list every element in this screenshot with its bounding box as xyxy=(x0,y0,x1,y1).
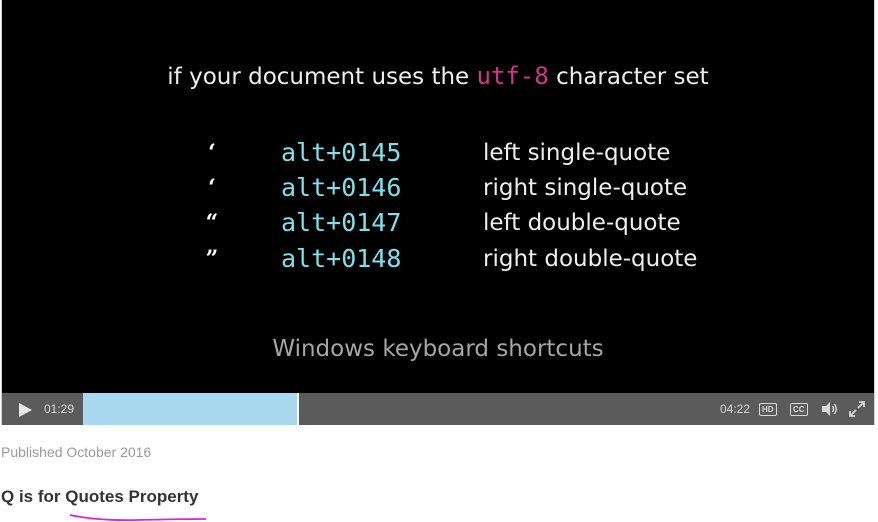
quote-glyph: “ xyxy=(205,210,219,236)
shortcut-code: alt+0147 xyxy=(281,208,402,237)
progress-fill xyxy=(83,393,297,425)
volume-icon[interactable] xyxy=(821,401,839,417)
progress-handle[interactable] xyxy=(296,393,299,425)
shortcut-row: “ alt+0147 left double-quote xyxy=(2,206,874,240)
quote-glyph: ” xyxy=(205,246,219,272)
play-icon[interactable] xyxy=(17,402,33,418)
shortcut-description: right single-quote xyxy=(483,175,688,201)
hd-button[interactable]: HD xyxy=(759,403,777,416)
fullscreen-icon[interactable] xyxy=(849,401,867,417)
quote-glyph: ‘ xyxy=(208,175,216,201)
shortcut-code: alt+0146 xyxy=(281,173,402,202)
shortcut-row: ‘ alt+0146 right single-quote xyxy=(2,171,874,205)
page-title: Q is for Quotes Property xyxy=(1,487,199,506)
shortcut-description: left double-quote xyxy=(483,210,681,236)
progress-bar[interactable] xyxy=(83,393,712,425)
video-frame[interactable]: if your document uses the utf-8 characte… xyxy=(2,0,874,393)
current-time: 01:29 xyxy=(44,402,75,416)
total-time: 04:22 xyxy=(720,402,751,416)
slide-heading: if your document uses the utf-8 characte… xyxy=(2,62,874,90)
player-controls: 01:29 04:22 HD CC xyxy=(2,393,874,425)
slide-heading-code: utf-8 xyxy=(476,62,549,90)
slide-caption: Windows keyboard shortcuts xyxy=(272,336,604,362)
shortcut-description: right double-quote xyxy=(483,246,698,272)
published-date: Published October 2016 xyxy=(1,444,152,460)
slide-heading-before: if your document uses the xyxy=(167,64,477,90)
shortcut-description: left single-quote xyxy=(483,140,671,166)
shortcut-code: alt+0148 xyxy=(281,244,402,273)
shortcut-code: alt+0145 xyxy=(281,138,402,167)
slide-heading-after: character set xyxy=(548,64,709,90)
video-player[interactable]: if your document uses the utf-8 characte… xyxy=(1,0,875,425)
captions-button[interactable]: CC xyxy=(790,403,808,416)
shortcut-row: ‘ alt+0145 left single-quote xyxy=(2,136,874,170)
quote-glyph: ‘ xyxy=(208,140,216,166)
shortcut-row: ” alt+0148 right double-quote xyxy=(2,242,874,276)
